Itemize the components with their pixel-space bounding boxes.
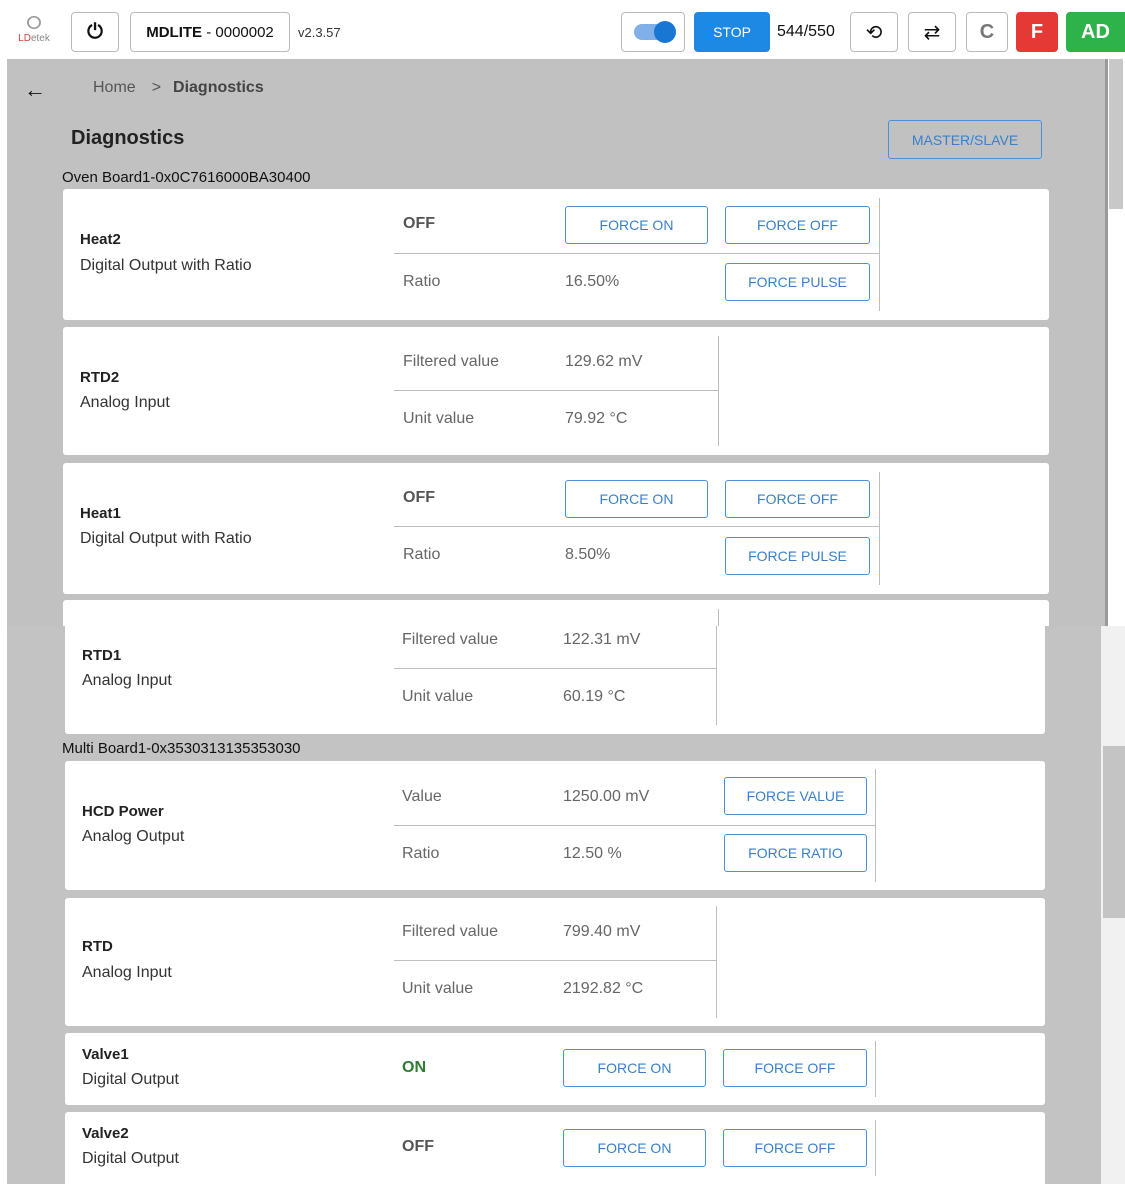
board-label-multi: Multi Board1-0x3530313135353030 <box>62 740 301 757</box>
unit-label: Unit value <box>402 688 474 705</box>
ratio-label: Ratio <box>403 546 441 563</box>
filtered-value: 122.31 mV <box>563 631 641 648</box>
io-name: Heat2 <box>80 231 121 248</box>
io-type: Digital Output <box>82 1071 179 1088</box>
io-type: Analog Output <box>82 828 185 845</box>
value-label: Value <box>402 788 442 805</box>
unit-label: Unit value <box>403 410 475 427</box>
logo-text-b: etek <box>30 33 50 44</box>
io-name: RTD <box>82 938 113 955</box>
force-off-button[interactable]: FORCE OFF <box>725 480 870 518</box>
io-card-rtd1: RTD1 Analog Input Filtered value 122.31 … <box>65 626 1045 734</box>
unit-value: 2192.82 °C <box>563 980 644 997</box>
io-state: ON <box>402 1059 426 1076</box>
unit-value: 79.92 °C <box>565 410 628 427</box>
logo-icon: ⵔ <box>26 13 42 33</box>
io-card-rtd: RTD Analog Input Filtered value 799.40 m… <box>65 898 1045 1026</box>
swap-button[interactable]: ⇄ <box>908 12 956 52</box>
io-card-rtd1-top <box>63 600 1049 626</box>
force-on-button[interactable]: FORCE ON <box>565 480 708 518</box>
force-pulse-button[interactable]: FORCE PULSE <box>725 537 870 575</box>
io-state: OFF <box>403 215 435 232</box>
io-card-heat2: Heat2 Digital Output with Ratio OFF Rati… <box>63 189 1049 320</box>
back-arrow-icon[interactable]: ← <box>24 77 46 103</box>
power-button[interactable]: ⏻ <box>71 12 119 52</box>
filtered-label: Filtered value <box>402 923 499 940</box>
power-icon: ⏻ <box>87 20 103 43</box>
filtered-label: Filtered value <box>403 353 500 370</box>
io-name: HCD Power <box>82 803 164 820</box>
filtered-value: 129.62 mV <box>565 353 643 370</box>
mode-toggle[interactable] <box>621 12 685 52</box>
io-type: Digital Output with Ratio <box>80 530 252 547</box>
io-type: Analog Input <box>82 672 172 689</box>
device-serial: - 0000002 <box>206 23 274 41</box>
force-on-button[interactable]: FORCE ON <box>563 1049 706 1087</box>
ratio-label: Ratio <box>402 845 440 862</box>
io-name: Valve2 <box>82 1125 129 1142</box>
top-bar: ⵔ LDetek ⏻ MDLITE - 0000002 v2.3.57 STOP… <box>0 7 1125 59</box>
master-slave-button[interactable]: MASTER/SLAVE <box>888 120 1042 159</box>
force-on-button[interactable]: FORCE ON <box>563 1129 706 1167</box>
scrollbar-lower[interactable] <box>1101 626 1125 1184</box>
ldetek-logo: ⵔ LDetek <box>8 13 60 53</box>
ratio-value: 16.50% <box>565 273 620 290</box>
unit-label: Unit value <box>402 980 474 997</box>
breadcrumb-separator: > <box>151 79 162 96</box>
f-button[interactable]: F <box>1016 12 1058 52</box>
scrollbar-upper[interactable] <box>1105 59 1125 626</box>
page-title: Diagnostics <box>71 127 185 149</box>
io-card-valve2: Valve2 Digital Output OFF FORCE ON FORCE… <box>65 1112 1045 1184</box>
io-name: RTD1 <box>82 647 122 664</box>
force-ratio-button[interactable]: FORCE RATIO <box>724 834 867 872</box>
unit-value: 60.19 °C <box>563 688 626 705</box>
toggle-track <box>634 21 676 43</box>
ratio-value: 8.50% <box>565 546 611 563</box>
io-card-valve1: Valve1 Digital Output ON FORCE ON FORCE … <box>65 1033 1045 1105</box>
stop-button[interactable]: STOP <box>694 12 770 52</box>
ratio-label: Ratio <box>403 273 441 290</box>
io-state: OFF <box>402 1138 434 1155</box>
board-label-oven: Oven Board1-0x0C7616000BA30400 <box>62 169 311 186</box>
breadcrumb-current: Diagnostics <box>173 79 264 96</box>
io-state: OFF <box>403 489 435 506</box>
device-model: MDLITE <box>146 23 203 41</box>
sequence-counter: 544/550 <box>777 23 835 40</box>
force-off-button[interactable]: FORCE OFF <box>723 1129 867 1167</box>
io-name: Valve1 <box>82 1046 129 1063</box>
io-type: Digital Output with Ratio <box>80 257 252 274</box>
force-pulse-button[interactable]: FORCE PULSE <box>725 263 870 301</box>
force-off-button[interactable]: FORCE OFF <box>723 1049 867 1087</box>
io-type: Analog Input <box>82 964 172 981</box>
io-name: RTD2 <box>80 369 120 386</box>
force-on-button[interactable]: FORCE ON <box>565 206 708 244</box>
value-value: 1250.00 mV <box>563 788 650 805</box>
io-type: Digital Output <box>82 1150 179 1167</box>
io-name: Heat1 <box>80 505 121 522</box>
filtered-label: Filtered value <box>402 631 499 648</box>
ratio-value: 12.50 % <box>563 845 622 862</box>
toggle-knob <box>654 21 676 43</box>
filtered-value: 799.40 mV <box>563 923 641 940</box>
swap-icon: ⇄ <box>923 21 941 44</box>
history-icon: ⟲ <box>865 21 883 44</box>
version-label: v2.3.57 <box>298 25 341 40</box>
scrollbar-thumb-upper[interactable] <box>1109 59 1123 209</box>
logo-text-a: LD <box>18 33 31 44</box>
ad-button[interactable]: AD <box>1066 12 1125 52</box>
breadcrumb-home[interactable]: Home <box>93 79 136 96</box>
io-type: Analog Input <box>80 394 170 411</box>
io-card-heat1: Heat1 Digital Output with Ratio OFF Rati… <box>63 463 1049 594</box>
history-button[interactable]: ⟲ <box>850 12 898 52</box>
force-value-button[interactable]: FORCE VALUE <box>724 777 867 815</box>
c-button[interactable]: C <box>966 12 1008 52</box>
scrollbar-thumb-lower[interactable] <box>1103 746 1125 918</box>
io-card-hcd-power: HCD Power Analog Output Value 1250.00 mV… <box>65 761 1045 890</box>
breadcrumb: Home > Diagnostics <box>93 79 264 97</box>
io-card-rtd2: RTD2 Analog Input Filtered value 129.62 … <box>63 327 1049 455</box>
device-selector[interactable]: MDLITE - 0000002 <box>130 12 290 52</box>
force-off-button[interactable]: FORCE OFF <box>725 206 870 244</box>
